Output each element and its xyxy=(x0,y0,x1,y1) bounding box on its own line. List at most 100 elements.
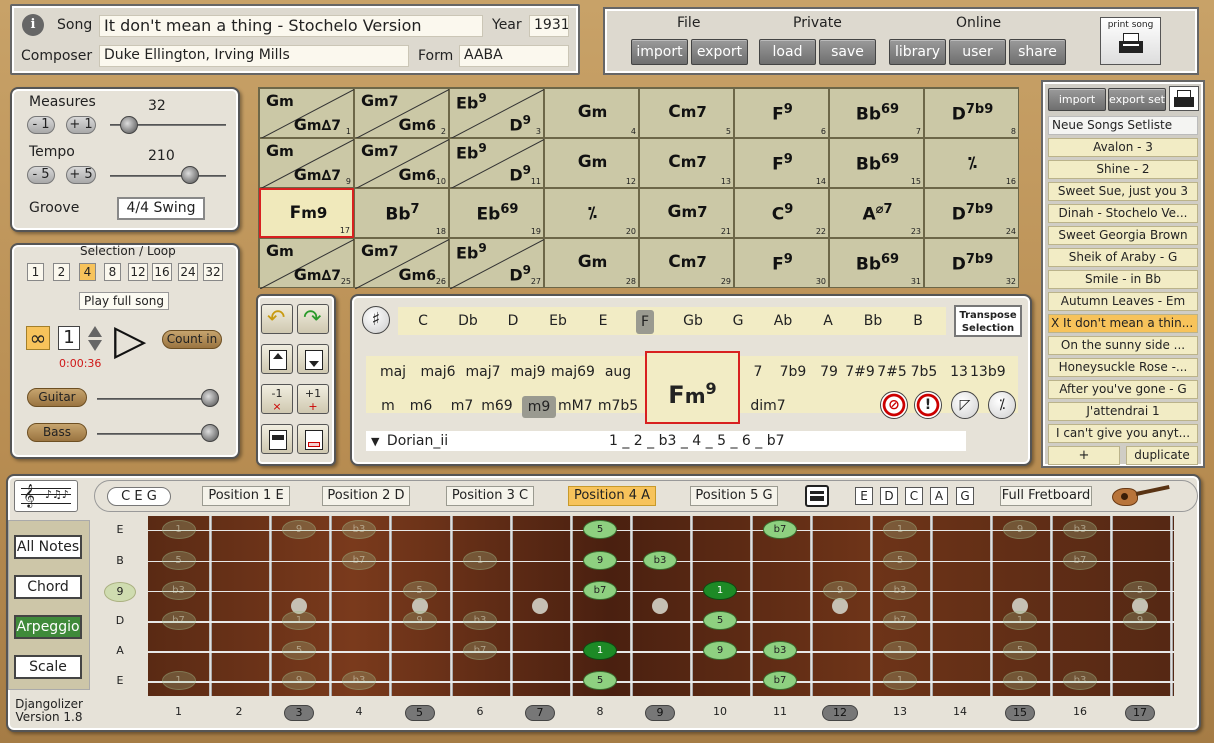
duplicate-song-button[interactable]: duplicate xyxy=(1126,446,1198,465)
fret-note-dot[interactable]: 5 xyxy=(161,551,196,570)
fret-note-dot[interactable]: b7 xyxy=(763,520,797,539)
insert-row-above-button[interactable] xyxy=(261,344,293,374)
fret-note-dot[interactable]: b7 xyxy=(342,551,376,570)
chord-type-m7b5[interactable]: m7b5 xyxy=(596,398,640,414)
chord-cell-15[interactable]: Bb69 15 xyxy=(829,138,924,188)
string-filter-C[interactable]: C xyxy=(905,487,923,505)
fret-note-dot[interactable]: 9 xyxy=(1123,611,1157,630)
chord-cell-17[interactable]: Fm9 17 xyxy=(259,188,354,238)
guitar-mute-button[interactable]: Guitar xyxy=(27,388,87,407)
chord-cell-23[interactable]: A⌀7 23 xyxy=(829,188,924,238)
tempo-minus-5-button[interactable]: - 5 xyxy=(27,166,55,184)
guitar-volume-knob[interactable] xyxy=(201,389,219,407)
chord-cell-5[interactable]: Cm7 5 xyxy=(639,88,734,138)
mode-all-notes-button[interactable]: All Notes xyxy=(14,535,82,559)
fret-note-dot[interactable]: 9 xyxy=(823,581,857,600)
chord-cell-1[interactable]: Gm Gm∆7 1 xyxy=(259,88,355,139)
selection-size-32[interactable]: 32 xyxy=(203,263,223,281)
setlist-item[interactable]: Sweet Georgia Brown xyxy=(1048,226,1198,245)
chord-type-7b5[interactable]: 7b5 xyxy=(907,364,941,380)
chord-cell-6[interactable]: F9 6 xyxy=(734,88,829,138)
chord-type-maj69[interactable]: maj69 xyxy=(551,364,595,380)
chord-type-maj7[interactable]: maj7 xyxy=(461,364,505,380)
fret-note-dot[interactable]: 9 xyxy=(1003,671,1037,690)
measures-plus-1-button[interactable]: + 1 xyxy=(66,116,96,134)
import-set-button[interactable]: import set xyxy=(1048,88,1106,127)
setlist-item[interactable]: Shine - 2 xyxy=(1048,160,1198,179)
chord-cell-25[interactable]: Gm Gm∆7 25 xyxy=(259,238,355,289)
string-filter-G[interactable]: G xyxy=(956,487,974,505)
groove-select[interactable]: 4/4 Swing xyxy=(117,197,205,220)
setlist-item[interactable]: Smile - in Bb xyxy=(1048,270,1198,289)
selection-size-4[interactable]: 4 xyxy=(79,263,96,281)
print-song-button[interactable]: print song xyxy=(1100,17,1161,65)
chord-type-maj[interactable]: maj xyxy=(371,364,415,380)
setlist-item[interactable]: J'attendrai 1 xyxy=(1048,402,1198,421)
chord-type-7#5[interactable]: 7#5 xyxy=(875,364,909,380)
fret-note-dot[interactable]: 5 xyxy=(583,671,617,690)
print-setlist-button[interactable] xyxy=(1169,86,1199,111)
position-5-button[interactable]: Position 5 G xyxy=(690,486,778,506)
fret-note-dot[interactable]: 9 xyxy=(1003,520,1037,539)
chord-cell-32[interactable]: D7b9 32 xyxy=(924,238,1019,288)
transpose-up-button[interactable]: +1 + xyxy=(297,384,329,414)
fret-note-dot[interactable]: 9 xyxy=(282,520,316,539)
copy-row-button[interactable] xyxy=(261,424,293,454)
guitar-icon[interactable] xyxy=(1110,480,1174,510)
chord-cell-20[interactable]: ⁒ 20 xyxy=(544,188,639,238)
chord-cell-4[interactable]: Gm 4 xyxy=(544,88,639,138)
setlist-item[interactable]: I can't give you anyt... xyxy=(1048,424,1198,443)
chord-cell-3[interactable]: Eb9 D9 3 xyxy=(449,88,545,139)
setlist-item[interactable]: Honeysuckle Rose -... xyxy=(1048,358,1198,377)
fret-note-dot[interactable]: b3 xyxy=(463,611,497,630)
open-g-string-marker[interactable]: 9 xyxy=(104,582,136,602)
fret-note-dot[interactable]: 9 xyxy=(282,671,316,690)
string-filter-D[interactable]: D xyxy=(880,487,898,505)
chord-cell-13[interactable]: Cm7 13 xyxy=(639,138,734,188)
root-note-F[interactable]: F xyxy=(636,310,654,334)
chord-type-maj9[interactable]: maj9 xyxy=(506,364,550,380)
fret-note-dot[interactable]: 1 xyxy=(883,520,917,539)
selection-size-16[interactable]: 16 xyxy=(152,263,172,281)
chord-cell-24[interactable]: D7b9 24 xyxy=(924,188,1019,238)
chord-cell-31[interactable]: Bb69 31 xyxy=(829,238,924,288)
fret-note-dot[interactable]: 1 xyxy=(1003,611,1037,630)
root-note-D[interactable]: D xyxy=(498,313,528,329)
share-button[interactable]: share xyxy=(1009,39,1066,65)
root-note-Bb[interactable]: Bb xyxy=(858,313,888,329)
position-3-button[interactable]: Position 3 C xyxy=(446,486,534,506)
redo-button[interactable]: ↷ xyxy=(297,304,329,334)
fret-note-dot[interactable]: b3 xyxy=(763,641,797,660)
chord-type-m69[interactable]: m69 xyxy=(480,398,514,414)
fret-note-dot[interactable]: 1 xyxy=(161,520,196,539)
chord-type-13b9[interactable]: 13b9 xyxy=(970,364,1006,380)
fret-note-dot[interactable]: b3 xyxy=(161,581,196,600)
play-icon[interactable]: ▷ xyxy=(114,319,146,361)
fret-note-dot[interactable]: b3 xyxy=(643,551,677,570)
fret-note-dot[interactable]: b7 xyxy=(463,641,497,660)
chord-cell-22[interactable]: C9 22 xyxy=(734,188,829,238)
chord-type-maj6[interactable]: maj6 xyxy=(416,364,460,380)
fret-note-dot[interactable]: 5 xyxy=(583,520,617,539)
transpose-selection-button[interactable]: Transpose Selection xyxy=(954,305,1022,337)
chord-cell-30[interactable]: F9 30 xyxy=(734,238,829,288)
fret-note-dot[interactable]: b3 xyxy=(1063,671,1097,690)
mode-chord-button[interactable]: Chord xyxy=(14,575,82,599)
chord-cell-16[interactable]: ⁒ 16 xyxy=(924,138,1019,188)
loop-icon[interactable]: ∞ xyxy=(26,326,50,350)
user-button[interactable]: user xyxy=(949,39,1006,65)
root-note-Gb[interactable]: Gb xyxy=(678,313,708,329)
selection-size-2[interactable]: 2 xyxy=(53,263,70,281)
chord-cell-28[interactable]: Gm 28 xyxy=(544,238,639,288)
root-note-Eb[interactable]: Eb xyxy=(543,313,573,329)
fret-note-dot[interactable]: b3 xyxy=(883,581,917,600)
fret-note-dot[interactable]: 5 xyxy=(883,551,917,570)
chord-cell-7[interactable]: Bb69 7 xyxy=(829,88,924,138)
chord-cell-29[interactable]: Cm7 29 xyxy=(639,238,734,288)
transpose-down-button[interactable]: -1 × xyxy=(261,384,293,414)
count-in-button[interactable]: Count in xyxy=(162,330,222,349)
full-fretboard-button[interactable]: Full Fretboard xyxy=(1000,486,1092,506)
selection-size-8[interactable]: 8 xyxy=(104,263,121,281)
mode-arpeggio-button[interactable]: Arpeggio xyxy=(14,615,82,639)
chord-type-7#9[interactable]: 7#9 xyxy=(843,364,877,380)
